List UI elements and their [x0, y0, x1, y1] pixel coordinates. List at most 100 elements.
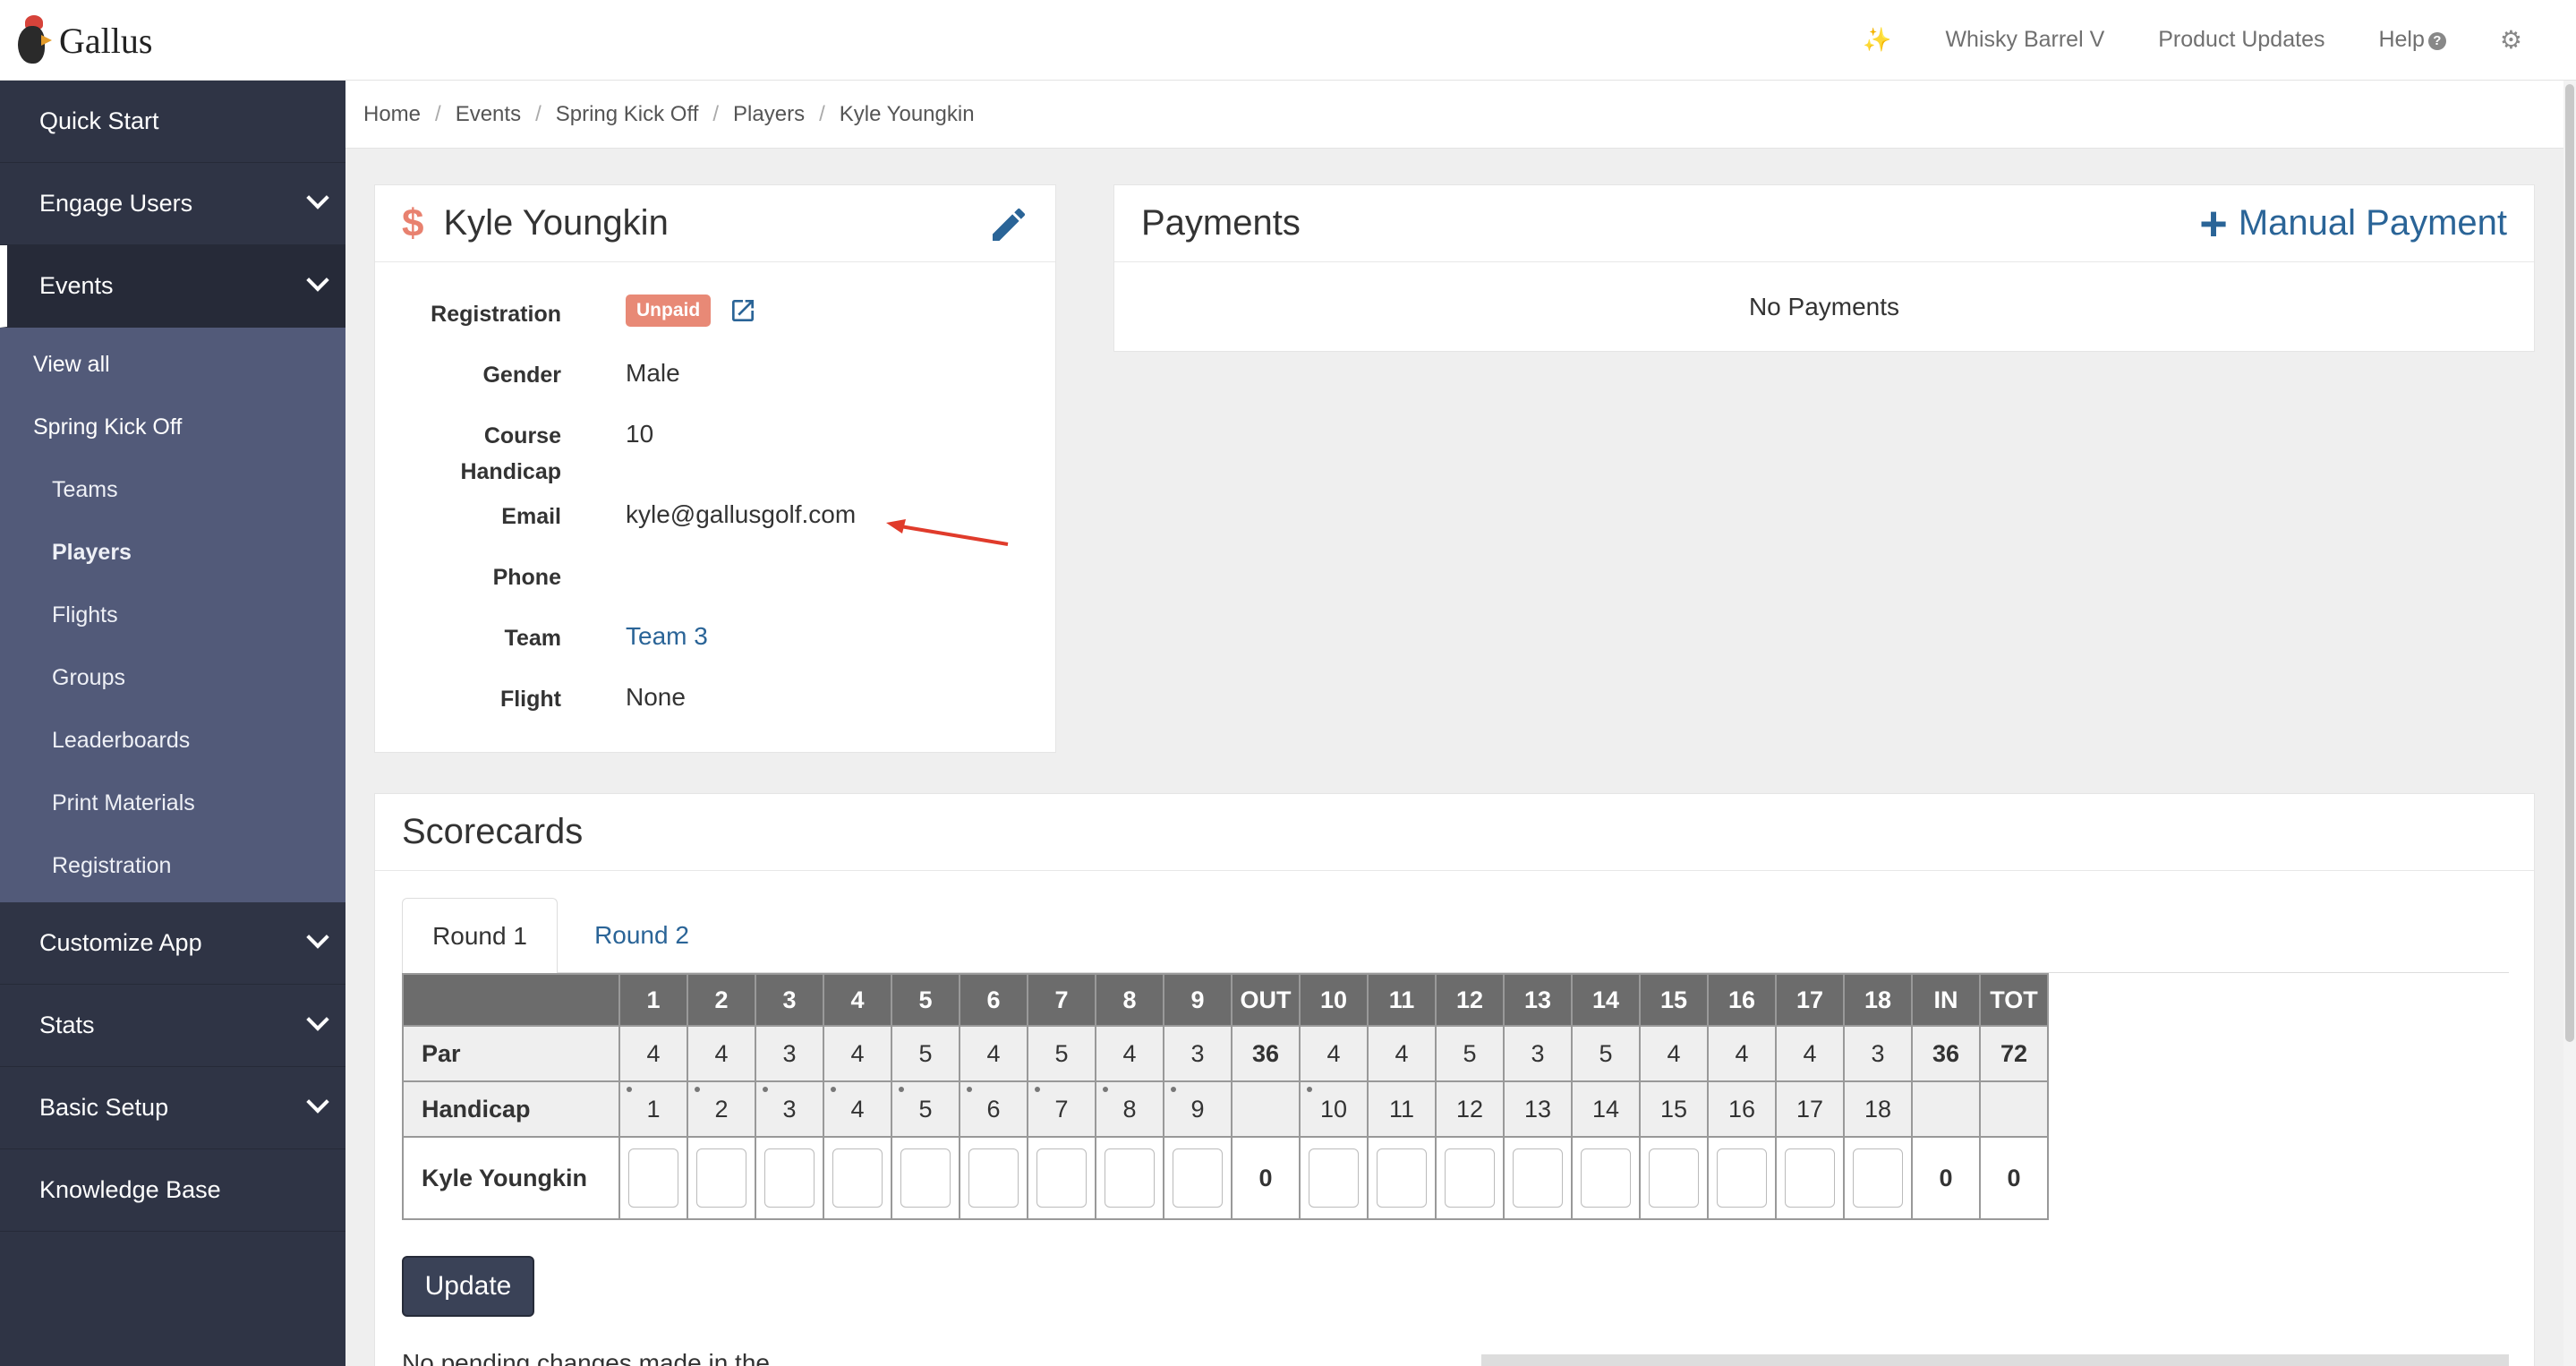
pencil-icon[interactable] — [987, 203, 1030, 246]
page-scrollbar[interactable] — [2563, 81, 2576, 1366]
hole-header: 2 — [687, 973, 756, 1027]
score-input[interactable] — [1649, 1148, 1699, 1208]
subnav-registration[interactable]: Registration — [0, 834, 345, 897]
handicap-cell — [1911, 1080, 1981, 1138]
event-switcher[interactable]: Whisky Barrel V — [1945, 27, 2104, 53]
subnav-leaderboards[interactable]: Leaderboards — [0, 709, 345, 772]
gear-icon[interactable]: ⚙ — [2500, 25, 2522, 55]
scrollbar-thumb[interactable] — [2565, 84, 2574, 1042]
player-name: Kyle Youngkin — [443, 203, 669, 243]
tot-total: 0 — [1979, 1136, 2049, 1220]
email-label: Email — [501, 504, 561, 529]
sidebar-item-engage-users[interactable]: Engage Users — [0, 163, 345, 245]
score-input[interactable] — [1105, 1148, 1155, 1208]
handicap-cell: 13 — [1503, 1080, 1573, 1138]
hole-header: 16 — [1707, 973, 1777, 1027]
handicap-value: 17 — [1796, 1095, 1824, 1123]
breadcrumb-event[interactable]: Spring Kick Off — [556, 102, 699, 127]
subnav-view-all[interactable]: View all — [0, 333, 345, 396]
score-input[interactable] — [1036, 1148, 1087, 1208]
sidebar-item-events[interactable]: Events — [0, 245, 345, 328]
handicap-value: 8 — [1122, 1095, 1137, 1123]
handicap-value: 2 — [714, 1095, 729, 1123]
product-updates-link[interactable]: Product Updates — [2158, 27, 2324, 53]
score-input[interactable] — [1445, 1148, 1495, 1208]
par-cell: 4 — [1707, 1025, 1777, 1082]
scorecards-panel: Scorecards Round 1 Round 2 1 2 3 4 5 6 7 8 9 OUT 1… — [374, 793, 2535, 1366]
hole-header: 10 — [1299, 973, 1369, 1027]
gallus-logo[interactable]: Gallus — [14, 13, 152, 68]
handicap-cell: 16 — [1707, 1080, 1777, 1138]
help-link[interactable]: Help? — [2378, 27, 2446, 53]
subnav-players[interactable]: Players — [0, 521, 345, 584]
rooster-icon — [14, 13, 52, 67]
par-cell: 4 — [1299, 1025, 1369, 1082]
score-input[interactable] — [696, 1148, 746, 1208]
email-value: kyle@gallusgolf.com — [626, 500, 857, 528]
update-button[interactable]: Update — [402, 1256, 534, 1317]
score-input[interactable] — [1173, 1148, 1223, 1208]
sidebar-item-knowledge-base[interactable]: Knowledge Base — [0, 1149, 345, 1232]
handicap-cell: 10 — [1299, 1080, 1369, 1138]
score-input[interactable] — [1853, 1148, 1903, 1208]
tab-round-1[interactable]: Round 1 — [402, 898, 558, 974]
hole-header: 3 — [755, 973, 824, 1027]
handicap-value: 7 — [1054, 1095, 1069, 1123]
handicap-value: 1 — [646, 1095, 661, 1123]
external-link-icon[interactable] — [729, 296, 757, 325]
hole-header: 5 — [891, 973, 960, 1027]
logo-text: Gallus — [59, 20, 153, 61]
manual-payment-button[interactable]: + Manual Payment — [2199, 200, 2507, 248]
hole-header: 11 — [1367, 973, 1437, 1027]
dollar-icon: $ — [402, 201, 424, 245]
top-nav: ✨ Whisky Barrel V Product Updates Help? … — [1863, 0, 2522, 79]
sidebar-item-label: Events — [39, 272, 114, 299]
score-input[interactable] — [1377, 1148, 1427, 1208]
par-cell: 3 — [1843, 1025, 1913, 1082]
par-cell: 4 — [1095, 1025, 1164, 1082]
sidebar-item-customize-app[interactable]: Customize App — [0, 902, 345, 985]
par-cell: 3 — [755, 1025, 824, 1082]
handicap-cell: 9 — [1163, 1080, 1233, 1138]
sidebar-item-quick-start[interactable]: Quick Start — [0, 81, 345, 163]
subnav-spring-kick-off[interactable]: Spring Kick Off — [0, 396, 345, 458]
breadcrumb-events[interactable]: Events — [456, 102, 521, 127]
subnav-flights[interactable]: Flights — [0, 584, 345, 646]
subnav-teams[interactable]: Teams — [0, 458, 345, 521]
score-cell — [1707, 1136, 1777, 1220]
score-input[interactable] — [900, 1148, 951, 1208]
subnav-groups[interactable]: Groups — [0, 646, 345, 709]
sidebar-item-stats[interactable]: Stats — [0, 985, 345, 1067]
score-input[interactable] — [1717, 1148, 1767, 1208]
score-cell — [1775, 1136, 1845, 1220]
help-icon: ? — [2427, 31, 2446, 50]
sidebar-item-basic-setup[interactable]: Basic Setup — [0, 1067, 345, 1149]
score-input[interactable] — [764, 1148, 815, 1208]
score-input[interactable] — [628, 1148, 678, 1208]
stroke-dot-icon — [627, 1087, 632, 1092]
handicap-cell: 2 — [687, 1080, 756, 1138]
team-label: Team — [504, 626, 561, 651]
score-input[interactable] — [1309, 1148, 1359, 1208]
score-input[interactable] — [1581, 1148, 1631, 1208]
sidebar-item-label: Customize App — [39, 929, 202, 956]
magic-wand-icon[interactable]: ✨ — [1863, 26, 1891, 54]
breadcrumb-home[interactable]: Home — [363, 102, 421, 127]
par-cell: 4 — [1639, 1025, 1709, 1082]
stroke-dot-icon — [1035, 1087, 1040, 1092]
handicap-cell: 6 — [959, 1080, 1028, 1138]
in-total: 0 — [1911, 1136, 1981, 1220]
breadcrumb-players[interactable]: Players — [733, 102, 805, 127]
subnav-print-materials[interactable]: Print Materials — [0, 772, 345, 834]
team-link[interactable]: Team 3 — [626, 611, 708, 654]
score-cell — [1435, 1136, 1505, 1220]
tab-round-2[interactable]: Round 2 — [570, 898, 713, 973]
status-badge: Unpaid — [626, 295, 712, 327]
score-input[interactable] — [1513, 1148, 1563, 1208]
player-score-row: Kyle Youngkin 0 0 0 — [402, 1136, 2049, 1220]
score-input[interactable] — [832, 1148, 883, 1208]
score-input[interactable] — [968, 1148, 1019, 1208]
handicap-value: 5 — [918, 1095, 933, 1123]
score-input[interactable] — [1785, 1148, 1835, 1208]
payments-title: Payments — [1141, 203, 1301, 243]
